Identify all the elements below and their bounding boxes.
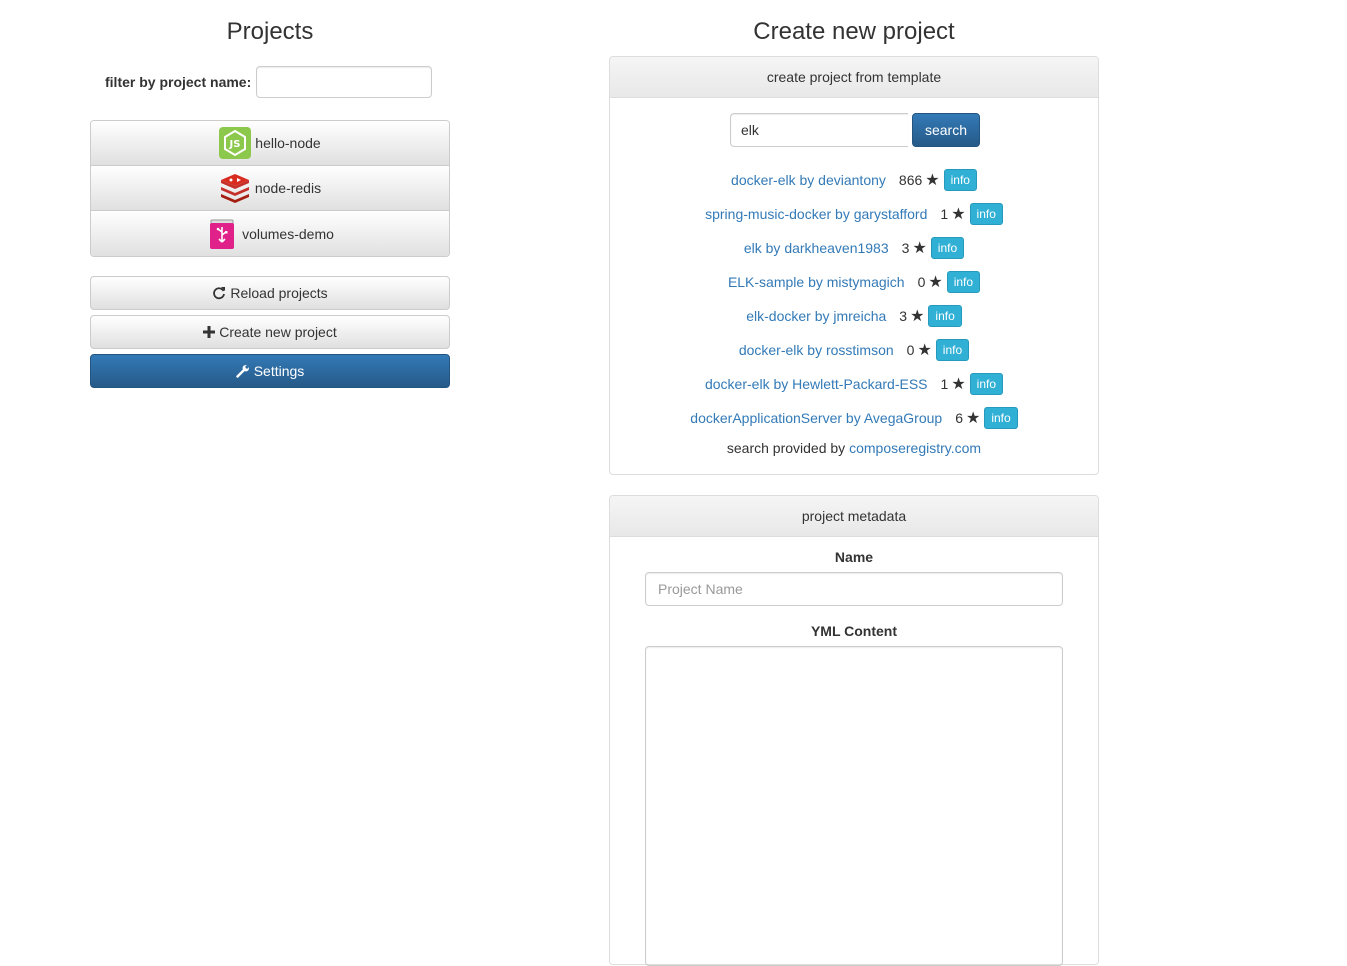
- info-button[interactable]: info: [930, 237, 965, 259]
- settings-label: Settings: [253, 363, 305, 379]
- star-count: 0: [906, 342, 915, 358]
- info-button[interactable]: info: [946, 271, 981, 293]
- project-name: hello-node: [255, 135, 321, 151]
- star-count: 6: [955, 410, 963, 426]
- list-item: elk-docker by jmreicha 3 ★ info: [610, 299, 1098, 333]
- yml-content-textarea[interactable]: [645, 646, 1063, 966]
- template-link[interactable]: ELK-sample by mistymagich: [728, 274, 905, 290]
- star-count: 1: [940, 376, 949, 392]
- template-link[interactable]: docker-elk by deviantony: [731, 172, 886, 188]
- name-label: Name: [834, 549, 874, 565]
- create-project-title: Create new project: [753, 18, 955, 45]
- info-button[interactable]: info: [969, 373, 1004, 395]
- template-panel: create project from template elk search …: [609, 56, 1099, 475]
- projects-title: Projects: [226, 18, 314, 45]
- info-button[interactable]: info: [943, 169, 977, 191]
- star-icon: ★: [912, 240, 927, 257]
- info-button[interactable]: info: [935, 339, 970, 361]
- attribution-text: search provided by: [726, 440, 846, 456]
- template-link[interactable]: elk by darkheaven1983: [744, 240, 889, 256]
- template-link[interactable]: dockerApplicationServer by AvegaGroup: [690, 410, 942, 426]
- project-name: volumes-demo: [242, 225, 334, 242]
- template-link[interactable]: elk-docker by jmreicha: [746, 308, 886, 324]
- redis-icon: [219, 172, 251, 204]
- star-icon: ★: [917, 342, 932, 359]
- template-results: docker-elk by deviantony 866 ★ info spri…: [610, 163, 1098, 435]
- star-icon: ★: [928, 274, 943, 291]
- template-link[interactable]: spring-music-docker by garystafford: [705, 206, 927, 222]
- filter-label: filter by project name:: [105, 74, 252, 90]
- info-button[interactable]: info: [969, 203, 1003, 225]
- info-button[interactable]: info: [928, 305, 962, 327]
- yml-label: YML Content: [810, 623, 898, 639]
- refresh-icon: [212, 286, 226, 300]
- star-count: 866: [898, 172, 923, 188]
- project-name-input[interactable]: [645, 572, 1063, 606]
- reload-projects-button[interactable]: Reload projects: [90, 276, 450, 310]
- list-item: docker-elk by deviantony 866 ★ info: [610, 163, 1098, 197]
- project-item-node-redis[interactable]: node-redis: [91, 166, 449, 211]
- template-link[interactable]: docker-elk by rosstimson: [739, 342, 894, 358]
- list-item: docker-elk by rosstimson 0 ★ info: [610, 333, 1098, 367]
- search-attribution: search provided by composeregistry.com: [610, 440, 1098, 456]
- list-item: elk by darkheaven1983 3 ★ info: [610, 231, 1098, 265]
- list-item: spring-music-docker by garystafford 1 ★ …: [610, 197, 1098, 231]
- star-icon: ★: [951, 376, 966, 393]
- reload-label: Reload projects: [230, 285, 328, 301]
- star-icon: ★: [910, 308, 925, 325]
- nodejs-icon: JS: [219, 127, 252, 159]
- star-icon: ★: [925, 172, 940, 189]
- wrench-icon: [236, 364, 250, 378]
- list-item: docker-elk by Hewlett-Packard-ESS 1 ★ in…: [610, 367, 1098, 401]
- template-panel-heading: create project from template: [610, 57, 1098, 98]
- template-search-input[interactable]: elk: [730, 113, 908, 147]
- usb-drive-icon: [206, 218, 238, 250]
- star-icon: ★: [965, 410, 981, 427]
- settings-button[interactable]: Settings: [90, 354, 450, 388]
- star-count: 0: [917, 274, 926, 290]
- project-list: JS hello-node node-redis volumes-demo: [90, 120, 450, 257]
- list-item: dockerApplicationServer by AvegaGroup 6 …: [610, 401, 1098, 435]
- info-button[interactable]: info: [984, 407, 1018, 429]
- list-item: ELK-sample by mistymagich 0 ★ info: [610, 265, 1098, 299]
- project-item-volumes-demo[interactable]: volumes-demo: [91, 211, 449, 256]
- search-button[interactable]: search: [912, 113, 980, 147]
- star-count: 3: [901, 240, 910, 256]
- star-icon: ★: [951, 206, 966, 223]
- metadata-panel: project metadata Name YML Content: [609, 495, 1099, 966]
- svg-text:JS: JS: [229, 139, 241, 150]
- plus-icon: [203, 326, 216, 338]
- star-count: 3: [899, 308, 908, 324]
- template-link[interactable]: docker-elk by Hewlett-Packard-ESS: [705, 376, 928, 392]
- create-project-button[interactable]: Create new project: [90, 315, 450, 349]
- metadata-panel-heading: project metadata: [610, 496, 1098, 537]
- project-item-hello-node[interactable]: JS hello-node: [91, 121, 449, 166]
- create-label: Create new project: [219, 324, 337, 340]
- project-name: node-redis: [254, 180, 322, 196]
- project-filter: filter by project name:: [90, 66, 450, 100]
- composeregistry-link[interactable]: composeregistry.com: [849, 440, 981, 456]
- filter-input[interactable]: [256, 66, 432, 98]
- star-count: 1: [940, 206, 949, 222]
